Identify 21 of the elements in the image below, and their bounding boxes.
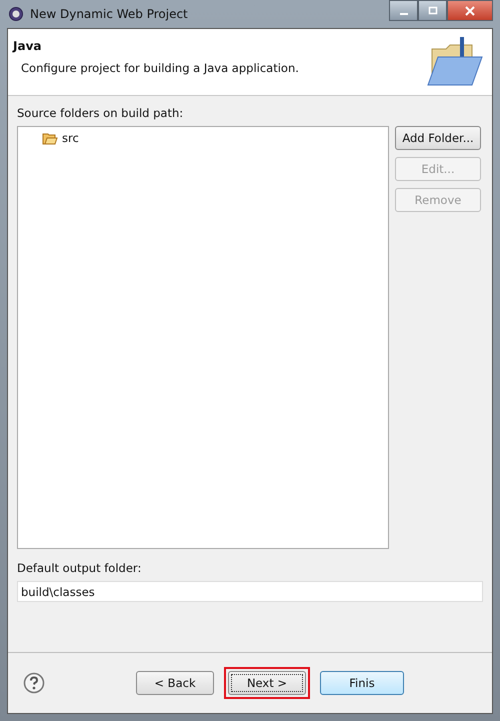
next-button[interactable]: Next > <box>228 671 306 695</box>
folder-name: src <box>62 131 79 145</box>
minimize-icon <box>400 12 408 14</box>
package-folder-icon <box>42 132 58 144</box>
output-folder-label: Default output folder: <box>17 561 142 575</box>
back-button[interactable]: < Back <box>136 671 214 695</box>
maximize-button[interactable] <box>418 0 447 21</box>
page-title: Java <box>13 39 42 53</box>
add-folder-button[interactable]: Add Folder... <box>395 126 481 150</box>
maximize-icon <box>426 6 438 16</box>
page-description: Configure project for building a Java application. <box>21 61 299 75</box>
folder-item[interactable]: src <box>40 130 81 146</box>
source-folders-list[interactable]: src <box>17 126 389 549</box>
close-icon <box>464 6 476 16</box>
source-folders-label: Source folders on build path: <box>17 106 184 120</box>
window-title: New Dynamic Web Project <box>30 7 188 21</box>
close-button[interactable] <box>447 0 493 21</box>
output-folder-field[interactable]: build\classes <box>17 581 483 602</box>
minimize-button[interactable] <box>389 0 418 21</box>
finish-button[interactable]: Finis <box>320 671 404 695</box>
help-icon[interactable] <box>23 672 45 694</box>
